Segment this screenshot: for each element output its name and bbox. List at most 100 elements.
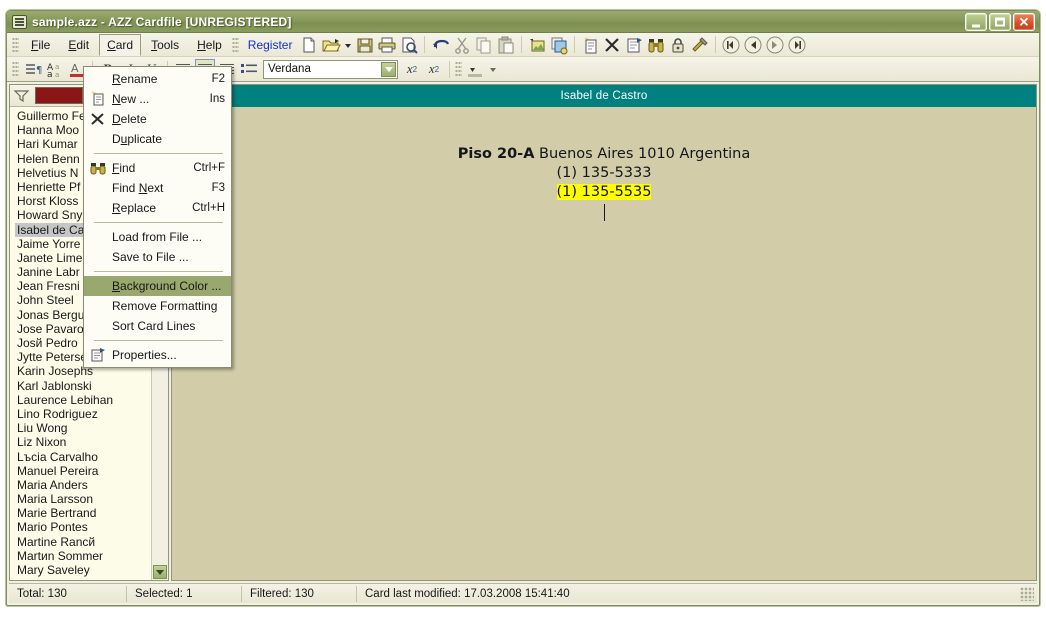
application-window: sample.azz - AZZ Cardfile [UNREGISTERED]… <box>6 10 1040 606</box>
menu-separator <box>94 153 223 154</box>
nav-next-icon[interactable] <box>765 35 785 55</box>
menu-item-find[interactable]: Find Ctrl+F <box>84 158 231 178</box>
status-selected: Selected: 1 <box>127 585 242 602</box>
menu-item-label: Sort Card Lines <box>112 319 196 333</box>
highlight-toolbar-grip[interactable] <box>455 61 462 77</box>
format-toolbar-grip[interactable] <box>12 61 19 77</box>
menu-file[interactable]: File <box>23 34 58 56</box>
status-filtered: Filtered: 130 <box>242 585 357 602</box>
menu-item-find-next[interactable]: Find Next F3 <box>84 178 231 198</box>
list-item[interactable]: Mario Pontes <box>15 520 151 534</box>
subscript-icon[interactable]: x2 <box>424 59 444 79</box>
change-case-icon[interactable]: Aaaa <box>45 59 65 79</box>
nav-previous-icon[interactable] <box>743 35 763 55</box>
menu-item-delete[interactable]: Delete <box>84 109 231 129</box>
paste-icon[interactable] <box>496 35 516 55</box>
open-folder-icon[interactable] <box>321 35 342 55</box>
bullet-list-icon[interactable] <box>239 59 259 79</box>
insert-image-icon[interactable] <box>527 35 547 55</box>
menu-item-rename[interactable]: Rename F2 <box>84 69 231 89</box>
list-item[interactable]: Martine Rancй <box>15 535 151 549</box>
list-item[interactable]: Lъcia Carvalho <box>15 450 151 464</box>
title-bar: sample.azz - AZZ Cardfile [UNREGISTERED]… <box>7 11 1039 33</box>
card-text-segment: (1) 135-5535 <box>556 184 652 200</box>
menu-tools[interactable]: Tools <box>143 34 187 56</box>
superscript-icon[interactable]: x2 <box>402 59 422 79</box>
toolbar-grip[interactable] <box>12 36 19 53</box>
menu-item-sort-card-lines[interactable]: Sort Card Lines <box>84 316 231 336</box>
list-item[interactable]: Liz Nixon <box>15 435 151 449</box>
paragraph-marks-icon[interactable]: ¶ <box>23 59 43 79</box>
list-item[interactable]: Liu Wong <box>15 421 151 435</box>
save-disk-icon[interactable] <box>355 35 375 55</box>
menu-item-background-color[interactable]: Background Color ... <box>84 276 231 296</box>
menu-item-properties[interactable]: Properties... <box>84 345 231 365</box>
font-family-select[interactable]: Verdana <box>263 59 398 79</box>
list-item[interactable]: Lino Rodriguez <box>15 407 151 421</box>
delete-card-icon[interactable] <box>602 35 622 55</box>
minimize-button[interactable] <box>965 13 987 31</box>
open-dropdown-arrow-icon[interactable] <box>343 35 353 55</box>
print-icon[interactable] <box>377 35 397 55</box>
menu-help[interactable]: Help <box>189 34 230 56</box>
resize-grip[interactable] <box>1020 586 1034 601</box>
menu-item-label: Load from File ... <box>112 230 203 244</box>
new-card-icon[interactable] <box>580 35 600 55</box>
lock-icon[interactable] <box>668 35 688 55</box>
highlight-dropdown-arrow-icon[interactable] <box>488 59 498 79</box>
new-file-icon[interactable] <box>299 35 319 55</box>
card-line[interactable]: (1) 135-5535 <box>172 183 1036 202</box>
list-item[interactable]: Martиn Sommer <box>15 549 151 563</box>
card-properties-icon[interactable] <box>624 35 644 55</box>
list-item[interactable]: Mary Saveley <box>15 563 151 577</box>
menu-item-new[interactable]: New ... Ins <box>84 89 231 109</box>
highlight-color-icon[interactable] <box>466 59 486 79</box>
list-item[interactable]: Manuel Pereira <box>15 464 151 478</box>
chevron-down-icon[interactable] <box>381 61 396 77</box>
filter-funnel-icon[interactable] <box>13 88 31 104</box>
menu-item-label: Delete <box>112 112 147 126</box>
list-item[interactable]: Laurence Lebihan <box>15 393 151 407</box>
list-color-swatch[interactable] <box>35 87 83 104</box>
card-text-segment: Piso 20-A <box>457 146 535 162</box>
find-binoculars-icon[interactable] <box>646 35 666 55</box>
list-item[interactable]: Maria Larsson <box>15 492 151 506</box>
tools-icon[interactable] <box>690 35 710 55</box>
menu-item-label: Find Next <box>112 181 164 195</box>
menu-item-remove-formatting[interactable]: Remove Formatting <box>84 296 231 316</box>
cardfile-icon <box>12 14 27 29</box>
menu-item-save-to-file[interactable]: Save to File ... <box>84 247 231 267</box>
card-menu-dropdown[interactable]: Rename F2 New ... Ins Delete Duplicate Find Ctr… <box>83 66 232 368</box>
menu-item-replace[interactable]: Replace Ctrl+H <box>84 198 231 218</box>
list-item[interactable]: Karl Jablonski <box>15 379 151 393</box>
properties-icon <box>90 347 106 363</box>
card-content-area[interactable]: Piso 20-A Buenos Aires 1010 Argentina (1)… <box>172 107 1036 580</box>
svg-text:A: A <box>71 62 79 75</box>
menu-item-shortcut: F2 <box>211 73 225 85</box>
menu-item-shortcut: Ctrl+H <box>192 202 225 214</box>
undo-icon[interactable] <box>430 35 450 55</box>
status-last-modified: Card last modified: 17.03.2008 15:41:40 <box>365 587 570 600</box>
svg-text:a: a <box>55 63 59 71</box>
main-toolbar-grip[interactable] <box>231 36 239 53</box>
nav-last-icon[interactable] <box>787 35 807 55</box>
maximize-button[interactable] <box>989 13 1011 31</box>
copy-icon[interactable] <box>474 35 494 55</box>
menu-edit[interactable]: Edit <box>60 34 97 56</box>
list-item[interactable]: Marie Bertrand <box>15 506 151 520</box>
insert-object-icon[interactable] <box>549 35 569 55</box>
card-line[interactable]: Piso 20-A Buenos Aires 1010 Argentina <box>172 145 1036 164</box>
list-scroll-down-arrow-icon[interactable] <box>153 565 167 579</box>
close-button[interactable]: ✕ <box>1013 13 1035 31</box>
menu-card[interactable]: Card <box>99 33 142 56</box>
register-link[interactable]: Register <box>242 35 299 55</box>
card-line[interactable]: (1) 135-5333 <box>172 164 1036 183</box>
print-preview-icon[interactable] <box>399 35 419 55</box>
nav-first-icon[interactable] <box>721 35 741 55</box>
menu-item-duplicate[interactable]: Duplicate <box>84 129 231 149</box>
menu-item-load-from-file[interactable]: Load from File ... <box>84 227 231 247</box>
cut-scissors-icon[interactable] <box>452 35 472 55</box>
list-item[interactable]: Maria Anders <box>15 478 151 492</box>
card-title-bar: Isabel de Castro <box>172 85 1036 107</box>
menu-item-label: Save to File ... <box>112 250 189 264</box>
